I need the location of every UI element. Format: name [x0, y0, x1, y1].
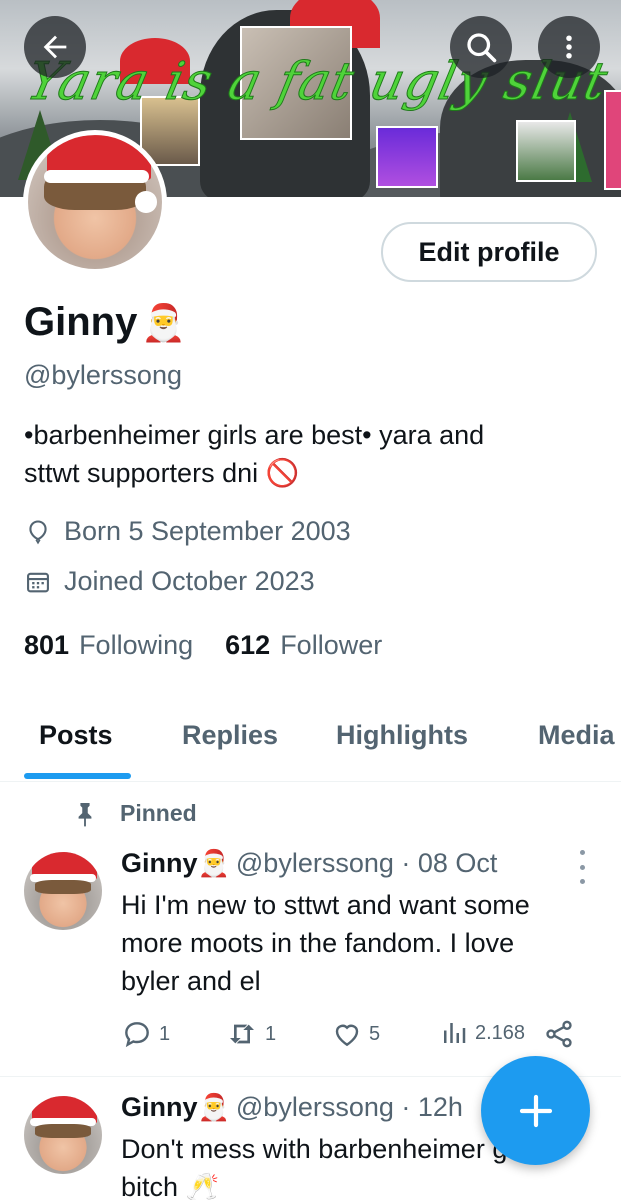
profile-name: Ginny — [24, 300, 138, 344]
more-vertical-icon — [566, 35, 572, 59]
pin-icon — [78, 802, 92, 827]
profile-avatar[interactable] — [23, 130, 167, 274]
pinned-indicator: Pinned — [74, 800, 197, 827]
avatar-photo — [28, 135, 162, 269]
bio-line-text: sttwt supporters dni — [24, 458, 259, 488]
birthday-row: Born 5 September 2003 — [24, 516, 351, 547]
profile-name-row: Ginny 🎅 — [24, 300, 186, 345]
post-handle-time[interactable]: @bylerssong · 08 Oct — [236, 848, 498, 879]
views-button[interactable]: 2.168 — [439, 1018, 525, 1048]
santa-emoji-icon: 🎅 — [197, 1092, 230, 1122]
share-icon — [546, 1020, 572, 1048]
analytics-icon — [444, 1023, 466, 1043]
post-handle-time[interactable]: @bylerssong · 12h — [236, 1092, 463, 1123]
follower-label: Follower — [280, 630, 383, 660]
post-line: byler and el — [121, 966, 261, 996]
post-actions: 1 1 5 2.168 — [121, 1018, 591, 1058]
post-avatar[interactable] — [24, 852, 102, 930]
tab-highlights[interactable]: Highlights — [336, 720, 468, 751]
repost-icon — [230, 1024, 254, 1044]
post-body: Hi I'm new to sttwt and want some more m… — [121, 886, 591, 1000]
search-button[interactable] — [450, 16, 512, 78]
pinned-label: Pinned — [120, 800, 197, 826]
post-more-icon[interactable] — [572, 850, 592, 884]
more-options-button[interactable] — [538, 16, 600, 78]
tab-replies[interactable]: Replies — [182, 720, 278, 751]
reply-button[interactable]: 1 — [121, 1018, 170, 1050]
compose-post-button[interactable] — [481, 1056, 590, 1165]
follower-count: 612 — [225, 630, 271, 660]
balloon-icon — [29, 519, 47, 544]
joined-row: Joined October 2023 — [24, 566, 315, 597]
follow-stats: 801 Following 612 Follower — [24, 630, 414, 661]
santa-emoji-icon: 🎅 — [141, 301, 187, 343]
post-avatar[interactable] — [24, 1096, 102, 1174]
repost-count: 1 — [265, 1022, 277, 1045]
post-header: Ginny 🎅 @bylerssong · 08 Oct — [121, 848, 497, 879]
post-author-name[interactable]: Ginny — [121, 848, 198, 879]
like-count: 5 — [369, 1022, 381, 1045]
birthday-text: Born 5 September 2003 — [64, 516, 351, 546]
share-button[interactable] — [543, 1018, 575, 1050]
plus-icon — [519, 1094, 552, 1127]
search-icon — [467, 33, 497, 63]
bio-line: sttwt supporters dni 🚫 — [24, 454, 594, 492]
following-label: Following — [79, 630, 194, 660]
profile-tabs: Posts Replies Highlights Media — [0, 700, 621, 782]
profile-bio: •barbenheimer girls are best• yara and s… — [24, 416, 594, 492]
followers-link[interactable]: 612 Follower — [225, 630, 382, 661]
post-header: Ginny 🎅 @bylerssong · 12h — [121, 1092, 463, 1123]
like-button[interactable]: 5 — [331, 1018, 380, 1050]
heart-icon — [335, 1024, 359, 1047]
tab-media[interactable]: Media — [538, 720, 615, 751]
following-count: 801 — [24, 630, 70, 660]
active-tab-indicator — [24, 773, 131, 779]
reply-count: 1 — [159, 1022, 171, 1045]
tab-posts[interactable]: Posts — [39, 720, 113, 751]
calendar-icon — [27, 572, 49, 592]
joined-text: Joined October 2023 — [64, 566, 315, 596]
bio-line: •barbenheimer girls are best• yara and — [24, 420, 485, 450]
edit-profile-button[interactable]: Edit profile — [381, 222, 597, 282]
post-line: Hi I'm new to sttwt and want some — [121, 890, 530, 920]
post-author-name[interactable]: Ginny — [121, 1092, 198, 1123]
banner-overlay-text: Yara is a fat ugly slut — [21, 52, 614, 113]
santa-emoji-icon: 🎅 — [197, 848, 230, 878]
following-link[interactable]: 801 Following — [24, 630, 193, 661]
repost-button[interactable]: 1 — [225, 1018, 276, 1050]
arrow-left-icon — [43, 35, 67, 59]
profile-handle: @bylerssong — [24, 360, 182, 390]
reply-icon — [125, 1022, 149, 1048]
back-button[interactable] — [24, 16, 86, 78]
prohibited-emoji-icon: 🚫 — [265, 458, 300, 488]
post-line: more moots in the fandom. I love — [121, 928, 515, 958]
view-count: 2.168 — [475, 1021, 526, 1044]
